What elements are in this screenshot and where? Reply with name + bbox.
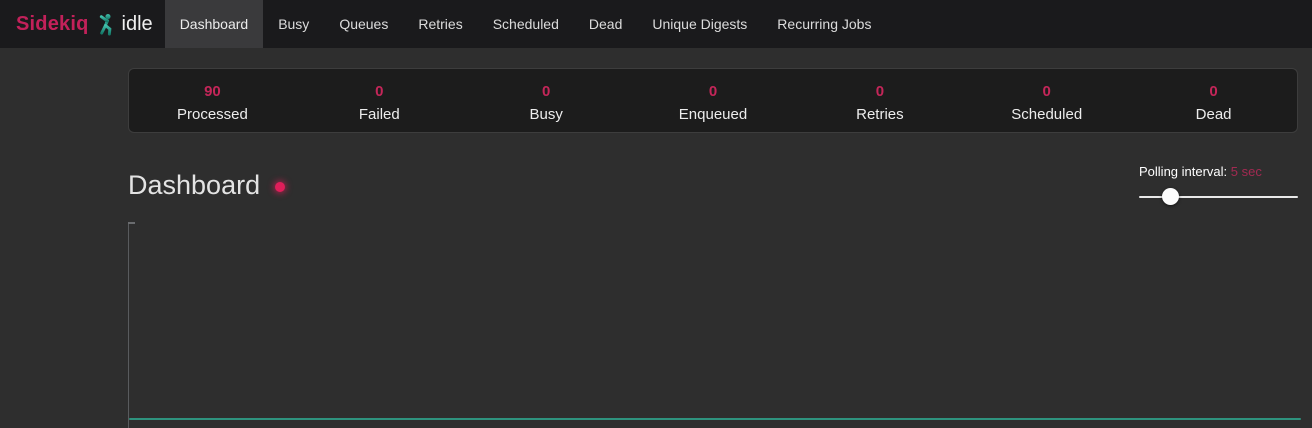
stat-scheduled-value: 0 (963, 84, 1130, 99)
stat-enqueued-label: Enqueued (630, 107, 797, 122)
graph-flat-line (129, 418, 1301, 420)
stat-enqueued-value: 0 (630, 84, 797, 99)
stat-failed-value: 0 (296, 84, 463, 99)
stat-busy[interactable]: 0 Busy (463, 69, 630, 132)
brand-name: Sidekiq (16, 13, 89, 36)
stat-busy-label: Busy (463, 107, 630, 122)
page-title-text: Dashboard (128, 171, 260, 199)
stat-processed-label: Processed (129, 107, 296, 122)
polling-label: Polling interval: 5 sec (1139, 164, 1298, 180)
stat-retries-label: Retries (796, 107, 963, 122)
nav-item-recurring-jobs[interactable]: Recurring Jobs (762, 0, 886, 48)
stat-processed[interactable]: 90 Processed (129, 69, 296, 132)
slider-thumb[interactable] (1162, 188, 1179, 205)
stat-failed-label: Failed (296, 107, 463, 122)
live-beacon-icon (275, 182, 285, 192)
nav-item-scheduled[interactable]: Scheduled (478, 0, 574, 48)
polling-interval-slider[interactable] (1139, 188, 1298, 206)
nav-list: Dashboard Busy Queues Retries Scheduled … (165, 0, 887, 48)
nav-item-dashboard[interactable]: Dashboard (165, 0, 264, 48)
stat-processed-value: 90 (129, 84, 296, 99)
polling-widget: Polling interval: 5 sec (1139, 164, 1298, 206)
stat-retries-value: 0 (796, 84, 963, 99)
nav-item-busy[interactable]: Busy (263, 0, 324, 48)
nav-item-retries[interactable]: Retries (403, 0, 477, 48)
sidekiq-mascot-icon (96, 13, 115, 36)
nav-item-queues[interactable]: Queues (324, 0, 403, 48)
stat-dead[interactable]: 0 Dead (1130, 69, 1297, 132)
nav-item-unique-digests[interactable]: Unique Digests (637, 0, 762, 48)
stats-summary-bar: 90 Processed 0 Failed 0 Busy 0 Enqueued … (128, 68, 1298, 133)
stat-scheduled[interactable]: 0 Scheduled (963, 69, 1130, 132)
page-title: Dashboard (128, 164, 285, 199)
stat-failed[interactable]: 0 Failed (296, 69, 463, 132)
process-status: idle (122, 13, 153, 36)
stat-busy-value: 0 (463, 84, 630, 99)
nav-item-dead[interactable]: Dead (574, 0, 637, 48)
stat-scheduled-label: Scheduled (963, 107, 1130, 122)
header-row: Dashboard Polling interval: 5 sec (128, 164, 1298, 205)
realtime-graph (128, 222, 1298, 428)
navbar: Sidekiq idle Dashboard (0, 0, 1312, 48)
stat-dead-value: 0 (1130, 84, 1297, 99)
brand-logo[interactable]: Sidekiq idle (0, 0, 165, 48)
page-content: 90 Processed 0 Failed 0 Busy 0 Enqueued … (128, 68, 1298, 428)
stat-retries[interactable]: 0 Retries (796, 69, 963, 132)
polling-value: 5 sec (1231, 164, 1262, 179)
stat-dead-label: Dead (1130, 107, 1297, 122)
stat-enqueued[interactable]: 0 Enqueued (630, 69, 797, 132)
y-axis-tick (128, 222, 135, 224)
